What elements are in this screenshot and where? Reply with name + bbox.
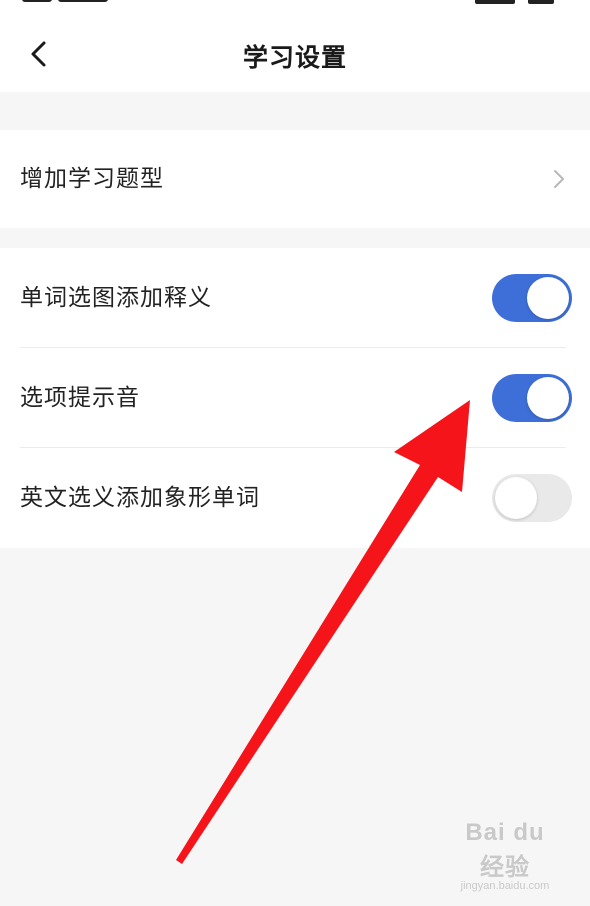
toggle-knob [495, 477, 537, 519]
watermark-logo: Bai du 经验 [465, 819, 545, 881]
battery-icon [528, 0, 554, 4]
row-label: 选项提示音 [20, 385, 140, 411]
row-label: 单词选图添加释义 [20, 285, 212, 311]
settings-row-image-definition: 单词选图添加释义 [0, 248, 590, 348]
settings-row-option-sound: 选项提示音 [0, 348, 590, 448]
toggle-knob [527, 377, 569, 419]
row-label: 英文选义添加象形单词 [20, 485, 260, 511]
chevron-right-icon [554, 170, 564, 188]
settings-group-toggles: 单词选图添加释义 选项提示音 英文选义添加象形单词 [0, 248, 590, 548]
toggle-knob [527, 277, 569, 319]
settings-group-question-types: 增加学习题型 [0, 130, 590, 228]
signal-icon [474, 0, 515, 4]
status-bar-time [22, 0, 132, 4]
row-label: 增加学习题型 [20, 166, 164, 192]
toggle-option-sound[interactable] [492, 374, 572, 422]
status-bar [0, 0, 590, 12]
nav-bar: 学习设置 [0, 12, 590, 92]
settings-row-pictograph-words: 英文选义添加象形单词 [0, 448, 590, 548]
watermark-url: jingyan.baidu.com [460, 880, 550, 892]
settings-row-add-question-types[interactable]: 增加学习题型 [0, 130, 590, 228]
watermark: Bai du 经验 jingyan.baidu.com [450, 819, 560, 892]
page-title: 学习设置 [242, 43, 347, 72]
toggle-pictograph-words[interactable] [492, 474, 572, 522]
toggle-image-definition[interactable] [492, 274, 572, 322]
